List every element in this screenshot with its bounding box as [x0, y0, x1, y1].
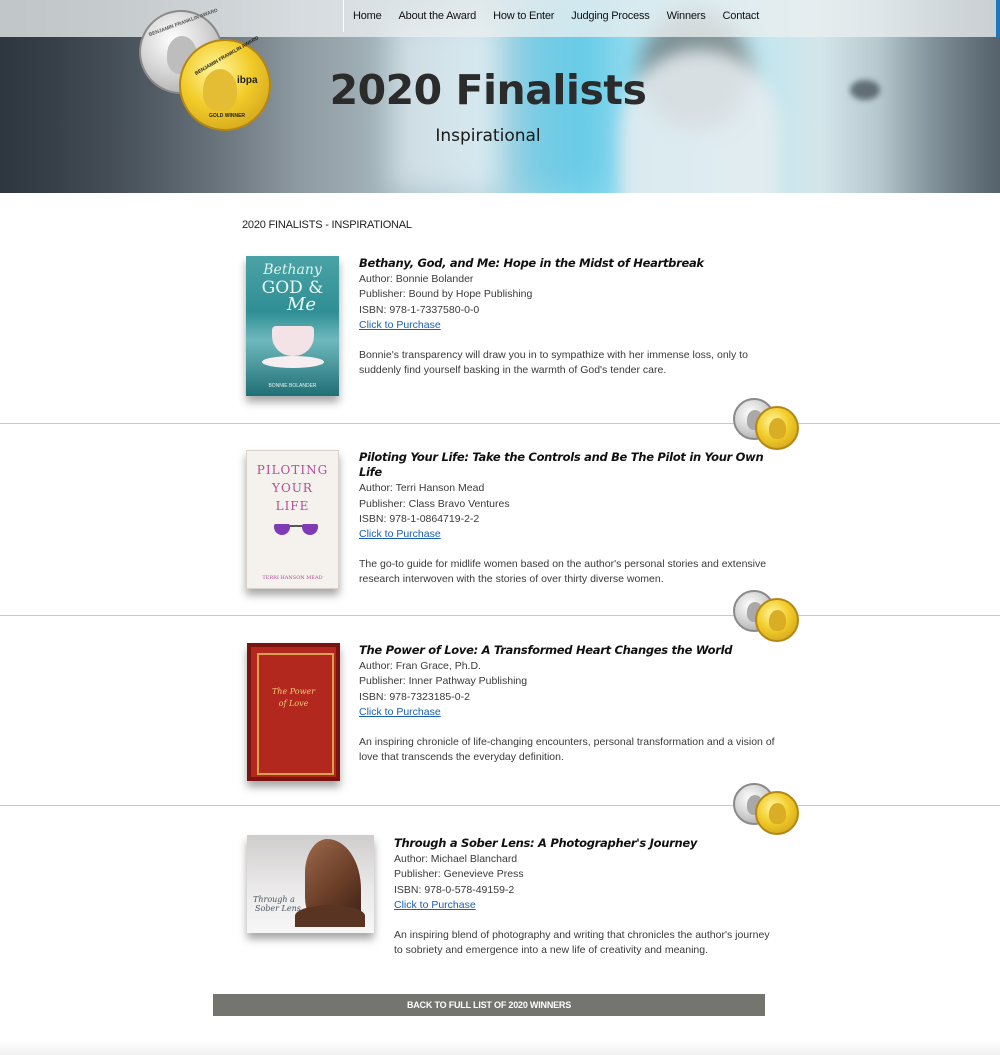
section-heading: 2020 FINALISTS - INSPIRATIONAL — [242, 219, 412, 231]
seal-portrait — [769, 803, 786, 824]
sunglasses-lens-left — [274, 524, 290, 535]
nav-about-the-award[interactable]: About the Award — [399, 10, 477, 22]
purchase-link[interactable]: Click to Purchase — [359, 318, 769, 333]
book-cover-power-of-love[interactable]: The Power of Love — [247, 643, 340, 781]
book-title: The Power of Love: A Transformed Heart C… — [359, 643, 733, 657]
book-title: Bethany, God, and Me: Hope in the Midst … — [359, 256, 704, 270]
book-description: Bonnie's transparency will draw you in t… — [359, 349, 748, 377]
cover-title-line: Through a — [253, 895, 295, 904]
book-author: Author: Michael Blanchard — [394, 853, 518, 866]
purchase-link[interactable]: Click to Purchase — [359, 705, 779, 720]
book-author: Author: Fran Grace, Ph.D. — [359, 660, 481, 673]
book-description: The go-to guide for midlife women based … — [359, 558, 767, 586]
award-seal-gold-icon — [755, 406, 799, 450]
book-author: Author: Bonnie Bolander — [359, 273, 474, 286]
book-details: The Power of Love: A Transformed Heart C… — [359, 643, 779, 765]
section-divider — [0, 423, 1000, 424]
book-author: Author: Terri Hanson Mead — [359, 482, 485, 495]
seal-brand: ibpa — [237, 75, 258, 86]
nav-judging-process[interactable]: Judging Process — [571, 10, 650, 22]
nav-home[interactable]: Home — [353, 10, 382, 22]
cover-author: TERRI HANSON MEAD — [262, 575, 323, 581]
cover-title-line: YOUR — [272, 481, 313, 495]
book-cover-bethany[interactable]: Bethany GOD & Me BONNIE BOLANDER — [246, 256, 339, 396]
cover-title-line: of Love — [278, 699, 309, 708]
book-details: Piloting Your Life: Take the Controls an… — [359, 450, 779, 588]
purchase-link[interactable]: Click to Purchase — [394, 898, 779, 913]
teacup-illustration — [272, 326, 314, 356]
book-publisher: Publisher: Genevieve Press — [394, 868, 524, 881]
book-cover-sober-lens[interactable]: Through a Sober Lens — [247, 835, 374, 933]
cover-rock-base — [295, 905, 365, 927]
cover-title-line: Me — [286, 294, 317, 315]
cover-ornate-frame — [257, 653, 334, 775]
cover-title-line: PILOTING — [256, 463, 329, 477]
nav-winners[interactable]: Winners — [667, 10, 706, 22]
book-publisher: Publisher: Class Bravo Ventures — [359, 497, 510, 510]
award-seal-gold-icon — [755, 791, 799, 835]
nav-contact[interactable]: Contact — [723, 10, 760, 22]
logo-gold-seal-icon[interactable]: BENJAMIN FRANKLIN AWARD ibpa GOLD WINNER — [179, 35, 271, 131]
sunglasses-bridge — [290, 525, 302, 527]
book-description: An inspiring blend of photography and wr… — [394, 929, 770, 957]
book-description: An inspiring chronicle of life-changing … — [359, 736, 775, 764]
cover-title-line: LIFE — [275, 499, 310, 513]
book-details: Through a Sober Lens: A Photographer's J… — [394, 836, 779, 958]
seal-portrait — [203, 69, 237, 111]
cover-title-line: Bethany — [263, 262, 322, 278]
book-publisher: Publisher: Bound by Hope Publishing — [359, 288, 533, 301]
section-divider — [0, 615, 1000, 616]
page-title: 2020 Finalists — [329, 66, 647, 114]
back-to-winners-label: BACK TO FULL LIST OF 2020 WINNERS — [406, 1000, 572, 1010]
book-details: Bethany, God, and Me: Hope in the Midst … — [359, 256, 769, 378]
seal-portrait — [769, 418, 786, 439]
seal-subtext: GOLD WINNER — [208, 113, 246, 119]
back-to-winners-button[interactable]: BACK TO FULL LIST OF 2020 WINNERS — [213, 994, 765, 1016]
book-cover-piloting[interactable]: PILOTING YOUR LIFE TERRI HANSON MEAD — [246, 450, 339, 589]
nav-menu: Home About the Award How to Enter Judgin… — [343, 0, 767, 32]
book-isbn: ISBN: 978-1-7337580-0-0 — [359, 303, 480, 316]
microphone — [850, 80, 880, 100]
footer-strip — [0, 1040, 1000, 1055]
cover-author: BONNIE BOLANDER — [268, 383, 317, 389]
book-title: Through a Sober Lens: A Photographer's J… — [394, 836, 698, 850]
book-isbn: ISBN: 978-0-578-49159-2 — [394, 883, 515, 896]
book-publisher: Publisher: Inner Pathway Publishing — [359, 675, 528, 688]
book-title: Piloting Your Life: Take the Controls an… — [359, 450, 764, 480]
cover-title-line: The Power — [271, 687, 316, 696]
purchase-link[interactable]: Click to Purchase — [359, 527, 779, 542]
nav-accent-edge — [996, 0, 1000, 37]
award-seal-gold-icon — [755, 598, 799, 642]
cover-title-line: Sober Lens — [255, 904, 301, 913]
section-divider — [0, 805, 1000, 806]
page-subtitle: Inspirational — [435, 126, 541, 146]
sunglasses-lens-right — [302, 524, 318, 535]
book-isbn: ISBN: 978-7323185-0-2 — [359, 690, 470, 703]
book-isbn: ISBN: 978-1-0864719-2-2 — [359, 512, 480, 525]
seal-portrait — [769, 610, 786, 631]
saucer-illustration — [262, 356, 324, 368]
nav-how-to-enter[interactable]: How to Enter — [493, 10, 554, 22]
